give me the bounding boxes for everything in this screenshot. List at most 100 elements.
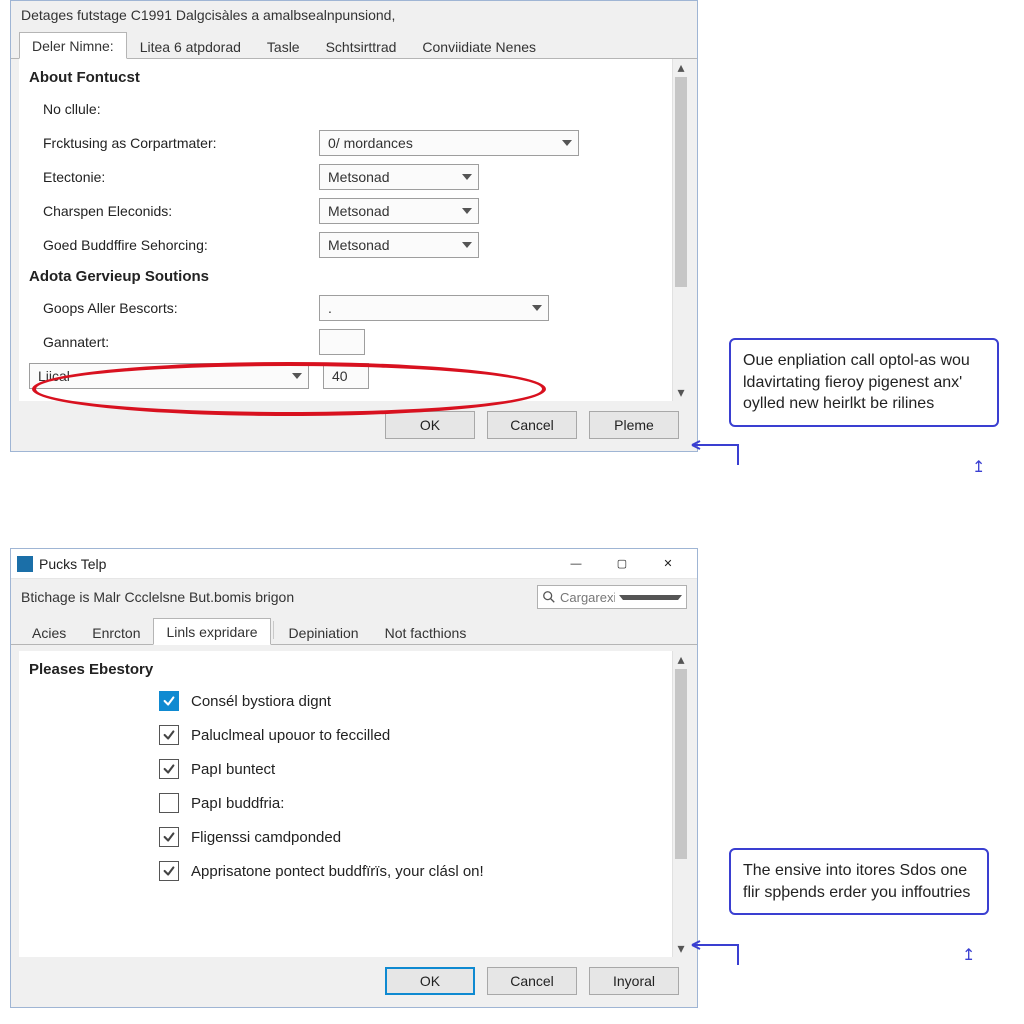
tab-depiniation[interactable]: Depiniation [276,619,372,645]
no-clule-label: No cllule: [29,101,101,117]
check-row-4: Fligenssi camdponded [29,820,662,854]
ok-button[interactable]: OK [385,411,475,439]
combo-frcktusing[interactable]: 0/ mordances [319,130,579,156]
combo-local[interactable]: Liical [29,363,309,389]
checkbox-4[interactable] [159,827,179,847]
invoral-button[interactable]: Inyoral [589,967,679,995]
scroll-thumb[interactable] [675,77,687,287]
row-goops-label: Goops Aller Bescorts: [29,300,319,316]
check-icon [162,830,176,844]
scroll-thumb[interactable] [675,669,687,859]
dialog2-tabs: Acies Enrcton Linls expridare Depiniatio… [11,615,697,645]
chevron-down-icon [532,305,542,311]
checkbox-2[interactable] [159,759,179,779]
combo-goops-value: . [328,300,332,316]
check-row-1: Paluclmeal upouor to feccilled [29,718,662,752]
settings-dialog-1: Detages futstage C1991 Dalgcisàles a ama… [10,0,698,452]
settings-dialog-2: Pucks Telp — ▢ ✕ Btichage is Malr Ccclel… [10,548,698,1008]
dialog1-panel: About Fontucst No cllule: Frcktusing as … [19,59,672,401]
tab-deler-nimne[interactable]: Deler Nimne: [19,32,127,59]
check-icon [162,864,176,878]
check-row-0: Consél bystiora dignt [29,684,662,718]
check-label-4: Fligenssi camdponded [191,829,341,846]
minimize-button[interactable]: — [553,549,599,579]
tab-acies[interactable]: Acies [19,619,79,645]
dialog1-header-text: Detages futstage C1991 Dalgcisàles a ama… [21,7,687,23]
checkbox-0[interactable] [159,691,179,711]
tab-notfacthions[interactable]: Not facthions [372,619,480,645]
combo-local-value: Liical [38,368,70,384]
row-gannatert-label: Gannatert: [29,334,319,350]
group-pleases: Pleases Ebestory [29,661,662,678]
num-local[interactable]: 40 [323,363,369,389]
check-label-1: Paluclmeal upouor to feccilled [191,727,390,744]
combo-goops[interactable]: . [319,295,549,321]
check-label-5: Apprisatone pontect buddfïrïs, your clás… [191,863,484,880]
app-icon [17,556,33,572]
search-input[interactable]: Cargarexir… [537,585,687,609]
callout-2-anchor-icon: ↥ [962,948,975,964]
group-adota: Adota Gervieup Soutions [29,268,662,285]
combo-goed[interactable]: Metsonad [319,232,479,258]
callout-2-text: The ensive into itores Sdos one flir spþ… [743,862,970,901]
chevron-down-icon [562,140,572,146]
tab-linls[interactable]: Linls expridare [153,618,270,645]
check-icon [162,694,176,708]
check-label-2: PapI buntect [191,761,275,778]
row-charspen-label: Charspen Eleconids: [29,203,319,219]
combo-charspen[interactable]: Metsonad [319,198,479,224]
dialog2-title: Pucks Telp [39,556,553,572]
group-about-fontucst: About Fontucst [29,69,662,86]
check-row-5: Apprisatone pontect buddfïrïs, your clás… [29,854,662,888]
check-row-2: PapI buntect [29,752,662,786]
dialog1-scrollbar[interactable]: ▴ ▾ [672,59,689,401]
scroll-up-icon[interactable]: ▴ [673,59,689,76]
scroll-down-icon[interactable]: ▾ [673,384,689,401]
tab-tasle[interactable]: Tasle [254,33,313,59]
tab-conviidiate[interactable]: Conviidiate Nenes [409,33,549,59]
chevron-down-icon [462,208,472,214]
combo-etectonie[interactable]: Metsonad [319,164,479,190]
scroll-down-icon[interactable]: ▾ [673,940,689,957]
dialog2-buttons: OK Cancel Inyoral [11,957,697,1007]
callout-1-text: Oue enpliation call optol-as wou ldavirt… [743,352,970,412]
search-placeholder: Cargarexir… [560,590,615,605]
checkbox-5[interactable] [159,861,179,881]
cancel-button[interactable]: Cancel [487,967,577,995]
pleme-button[interactable]: Pleme [589,411,679,439]
check-icon [162,762,176,776]
dialog2-header: Btichage is Malr Ccclelsne But.bomis bri… [11,579,697,615]
checkbox-1[interactable] [159,725,179,745]
num-gannatert[interactable] [319,329,365,355]
callout-1: Oue enpliation call optol-as wou ldavirt… [729,338,999,427]
chevron-down-icon [292,373,302,379]
tab-litea[interactable]: Litea 6 atpdorad [127,33,254,59]
dialog1-header: Detages futstage C1991 Dalgcisàles a ama… [11,1,697,29]
chevron-down-icon [462,174,472,180]
callout-1-anchor-icon: ↥ [972,460,985,476]
dialog2-panel: Pleases Ebestory Consél bystiora dignt P… [19,651,672,957]
row-etectonie-label: Etectonie: [29,169,319,185]
tab-separator [273,621,274,639]
dialog1-buttons: OK Cancel Pleme [11,401,697,451]
tab-enrcton[interactable]: Enrcton [79,619,153,645]
row-goed-label: Goed Buddffire Sehorcing: [29,237,319,253]
chevron-down-icon [619,595,682,600]
scroll-up-icon[interactable]: ▴ [673,651,689,668]
chevron-down-icon [462,242,472,248]
combo-charspen-value: Metsonad [328,203,389,219]
callout-2: The ensive into itores Sdos one flir spþ… [729,848,989,915]
num-local-value: 40 [332,368,348,384]
dialog2-header-text: Btichage is Malr Ccclelsne But.bomis bri… [21,589,527,605]
combo-goed-value: Metsonad [328,237,389,253]
close-button[interactable]: ✕ [645,549,691,579]
dialog2-scrollbar[interactable]: ▴ ▾ [672,651,689,957]
check-label-3: PapI buddfria: [191,795,284,812]
tab-schtsirttrad[interactable]: Schtsirttrad [313,33,410,59]
maximize-button[interactable]: ▢ [599,549,645,579]
checkbox-3[interactable] [159,793,179,813]
cancel-button[interactable]: Cancel [487,411,577,439]
ok-button[interactable]: OK [385,967,475,995]
combo-frcktusing-value: 0/ mordances [328,135,413,151]
dialog1-tabs: Deler Nimne: Litea 6 atpdorad Tasle Scht… [11,29,697,59]
